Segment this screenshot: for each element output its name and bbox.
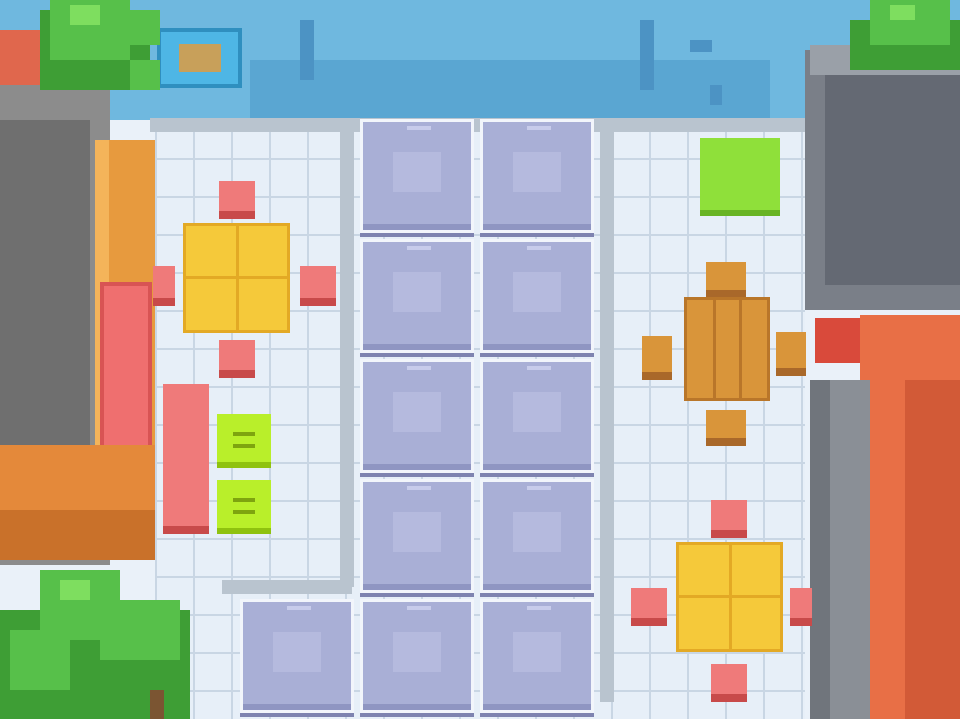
tile-nub: [407, 246, 431, 250]
brick-building-shadow: [905, 380, 960, 719]
stool-icon: [219, 340, 255, 370]
board-tile-r5c2[interactable]: [360, 599, 474, 713]
sign-icon: [157, 28, 242, 88]
board-tile-r3c3[interactable]: [480, 359, 594, 473]
stool-icon: [776, 332, 806, 368]
house-base-shadow: [0, 510, 155, 560]
stool-icon: [706, 262, 746, 290]
board-tile-r2c2[interactable]: [360, 239, 474, 353]
plaza-curb: [340, 132, 354, 587]
stool-icon: [642, 336, 672, 372]
tile-nub: [407, 366, 431, 370]
stool-icon: [631, 588, 667, 618]
tile-nub: [407, 486, 431, 490]
tile-inset: [513, 272, 561, 312]
tile-nub: [527, 486, 551, 490]
tile-inset: [393, 152, 441, 192]
tile-inset: [513, 632, 561, 672]
water-shadow: [250, 60, 770, 120]
stool-icon: [790, 588, 812, 618]
board-tile-r5c1[interactable]: [240, 599, 354, 713]
board-tile-r1c3[interactable]: [480, 119, 594, 233]
stool-icon: [300, 266, 336, 298]
tile-nub: [527, 606, 551, 610]
tile-inset: [513, 392, 561, 432]
water-ripple: [640, 20, 654, 90]
stool-icon: [153, 266, 175, 298]
tile-inset: [393, 272, 441, 312]
tile-nub: [407, 606, 431, 610]
stool-icon: [711, 500, 747, 530]
tile-nub: [287, 606, 311, 610]
table-icon: [676, 542, 783, 652]
house-left-roof: [0, 120, 90, 450]
tile-nub: [527, 126, 551, 130]
tile-nub: [527, 246, 551, 250]
stool-icon: [711, 664, 747, 694]
stool-icon: [706, 410, 746, 438]
board-tile-r4c3[interactable]: [480, 479, 594, 593]
board-tile-r5c3[interactable]: [480, 599, 594, 713]
table-icon: [684, 297, 770, 401]
tree-icon: [30, 0, 160, 100]
water-ripple: [690, 40, 712, 52]
tile-inset: [273, 632, 321, 672]
tile-nub: [407, 126, 431, 130]
board-tile-r3c2[interactable]: [360, 359, 474, 473]
table-icon: [183, 223, 290, 333]
board-tile-r2c3[interactable]: [480, 239, 594, 353]
game-scene: [0, 0, 960, 719]
tile-inset: [393, 392, 441, 432]
crate-icon: [217, 480, 271, 534]
plaza-curb: [222, 580, 352, 594]
plaza-curb: [600, 132, 614, 702]
plaza-curb: [150, 118, 805, 132]
tree-icon: [850, 0, 960, 80]
tile-inset: [513, 512, 561, 552]
tree-icon: [0, 570, 200, 719]
water-ripple: [300, 20, 314, 80]
stone-building-edge: [810, 380, 830, 719]
crate-icon: [700, 138, 780, 216]
tower-right-face: [825, 75, 960, 285]
tile-inset: [393, 512, 441, 552]
crate-icon: [217, 414, 271, 468]
water-ripple: [710, 85, 722, 105]
tile-inset: [513, 152, 561, 192]
stool-icon: [219, 181, 255, 211]
tile-inset: [393, 632, 441, 672]
board-tile-r1c2[interactable]: [360, 119, 474, 233]
tile-nub: [527, 366, 551, 370]
board-tile-r4c2[interactable]: [360, 479, 474, 593]
bench-icon: [163, 384, 209, 534]
